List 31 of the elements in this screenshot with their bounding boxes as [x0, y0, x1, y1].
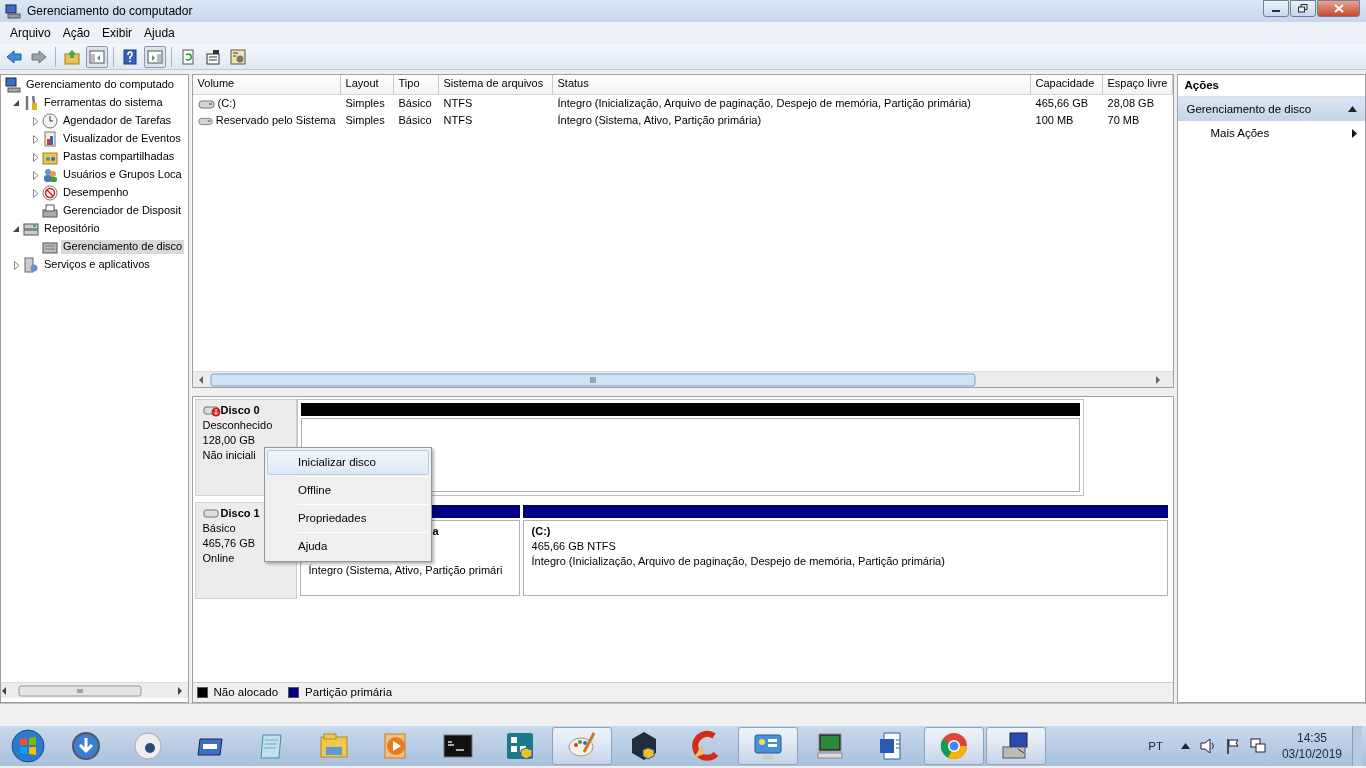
- window-title: Gerenciamento do computador: [27, 3, 193, 19]
- table-cell: Reservado pelo Sistema: [215, 113, 336, 128]
- disk-type: Desconhecido: [202, 418, 274, 433]
- disk-name: Disco 0: [220, 403, 260, 418]
- disk-name: Disco 1: [220, 506, 260, 521]
- disk-size: 128,00 GB: [202, 433, 257, 448]
- table-cell: Básico: [398, 96, 432, 111]
- table-cell: 28,08 GB: [1107, 96, 1154, 111]
- partition-status: Íntegro (Sistema, Ativo, Partição primári: [308, 563, 504, 578]
- table-cell: Simples: [345, 96, 385, 111]
- legend-label: Partição primária: [305, 685, 393, 700]
- legend-label: Não alocado: [213, 685, 279, 700]
- partition-detail: 465,66 GB NTFS: [531, 540, 616, 552]
- table-cell: NTFS: [443, 96, 473, 111]
- disk-type: Básico: [202, 521, 237, 536]
- table-cell: Simples: [345, 113, 385, 128]
- partition-title: a: [432, 525, 439, 537]
- table-cell: 100 MB: [1035, 113, 1074, 128]
- disk-size: 465,76 GB: [202, 536, 257, 551]
- partition-title: (C:): [531, 525, 551, 537]
- table-cell: 465,66 GB: [1035, 96, 1089, 111]
- disk-status: Online: [202, 551, 235, 566]
- table-cell: 70 MB: [1107, 113, 1140, 128]
- table-cell: Básico: [398, 113, 432, 128]
- section-label: Gerenciamento de disco: [1186, 101, 1312, 117]
- table-cell: Íntegro (Inicialização, Arquivo de paginação, Despejo de memória, Partição primária): [557, 96, 971, 111]
- table-cell: (C:): [217, 96, 236, 111]
- disk-status: Não iniciali: [202, 448, 256, 463]
- table-cell: NTFS: [443, 113, 473, 128]
- partition-status: Íntegro (Inicialização, Arquivo de paginação, Despejo de memória, Partição primária): [531, 555, 945, 567]
- table-cell: Íntegro (Sistema, Ativo, Partição primária): [557, 113, 762, 128]
